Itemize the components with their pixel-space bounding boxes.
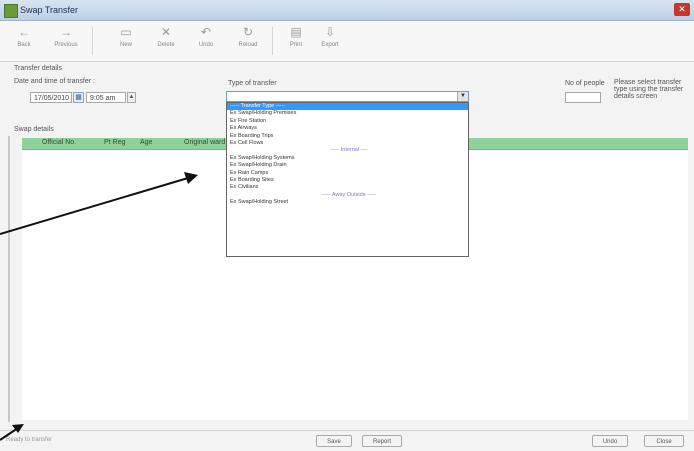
- annotation-arrow-upper: [0, 177, 189, 235]
- annotation-arrowhead-upper: [184, 172, 198, 184]
- annotation-arrows: [0, 172, 198, 441]
- annotation-arrow-lower: [0, 427, 19, 441]
